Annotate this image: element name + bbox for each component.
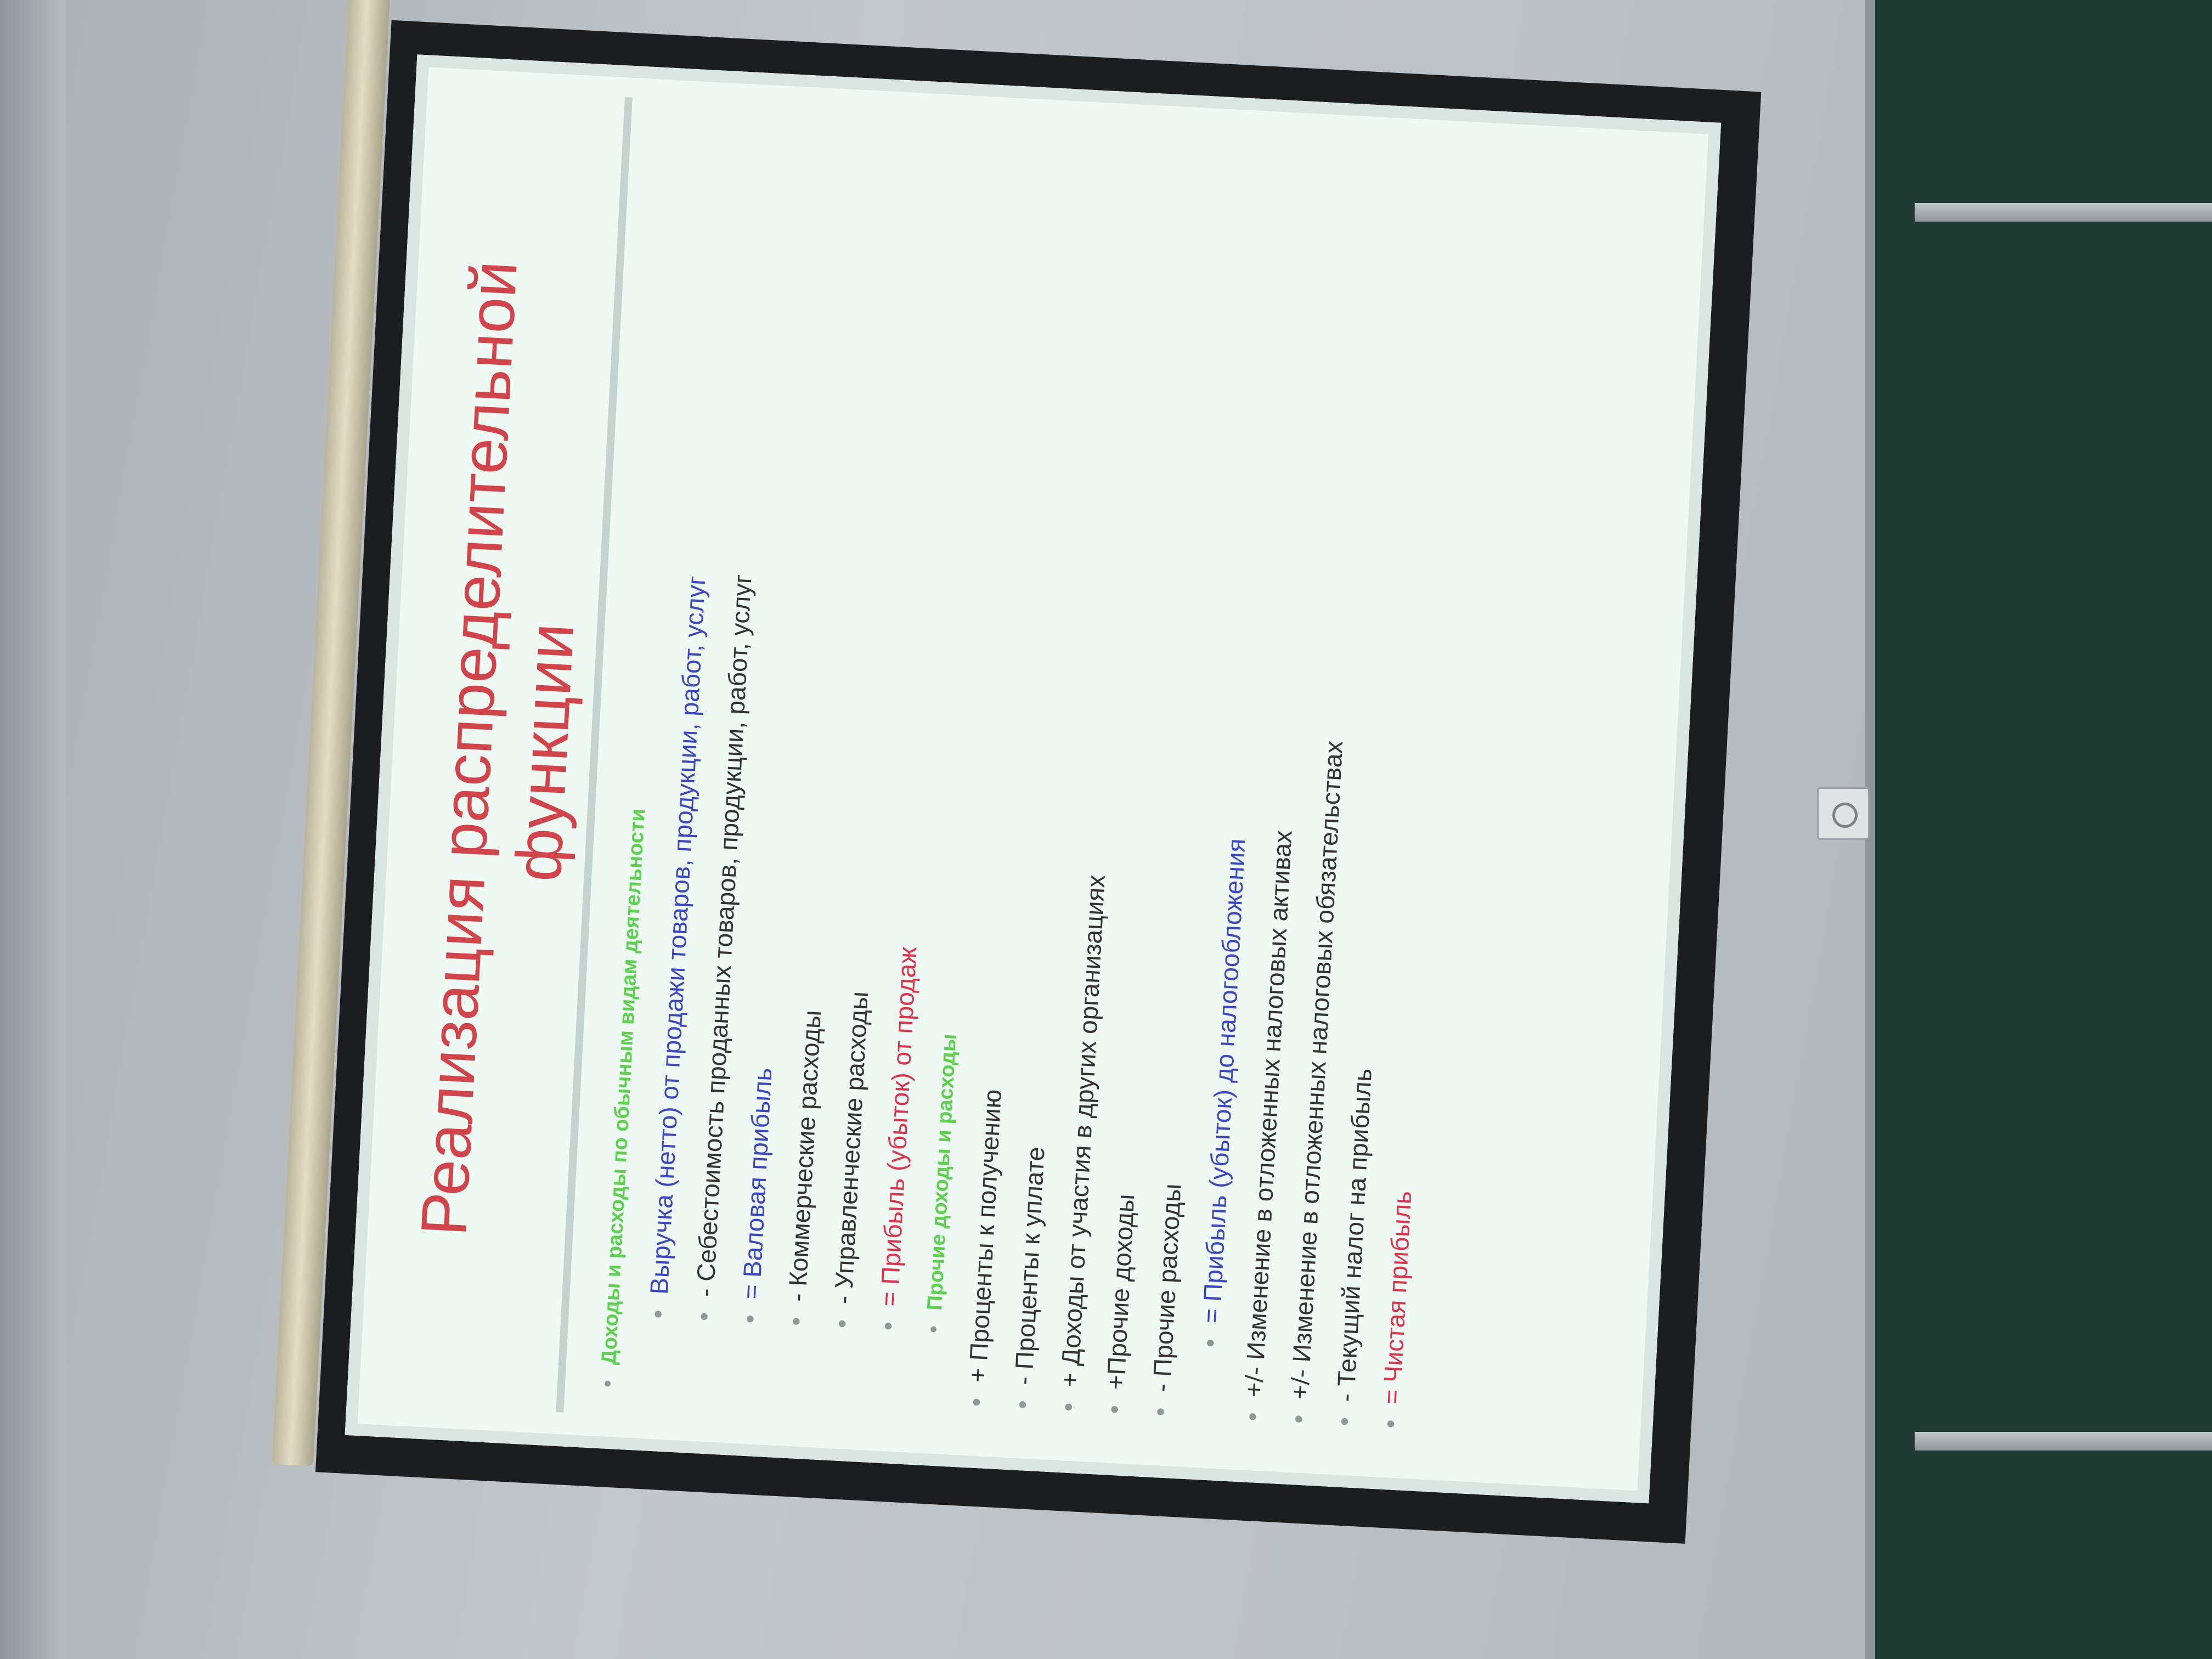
classroom-scene: Реализация распределительной функции Дох…: [0, 0, 2212, 1659]
slide-title: Реализация распределительной функции: [398, 105, 616, 1395]
projected-area: Реализация распределительной функции Дох…: [345, 54, 1722, 1504]
wall-edge: [0, 0, 66, 1659]
profit-calculation-list: Доходы и расходы по обычным видам деятел…: [585, 126, 1479, 1430]
power-socket-icon: [1817, 787, 1870, 840]
chalkboard-rail-top: [1915, 203, 2212, 222]
chalkboard-rail-bottom: [1915, 1432, 2212, 1451]
chalkboard: [1865, 0, 2212, 1659]
presentation-slide: Реализация распределительной функции Дох…: [345, 54, 1722, 1504]
projector-screen: Реализация распределительной функции Дох…: [267, 0, 1802, 1633]
